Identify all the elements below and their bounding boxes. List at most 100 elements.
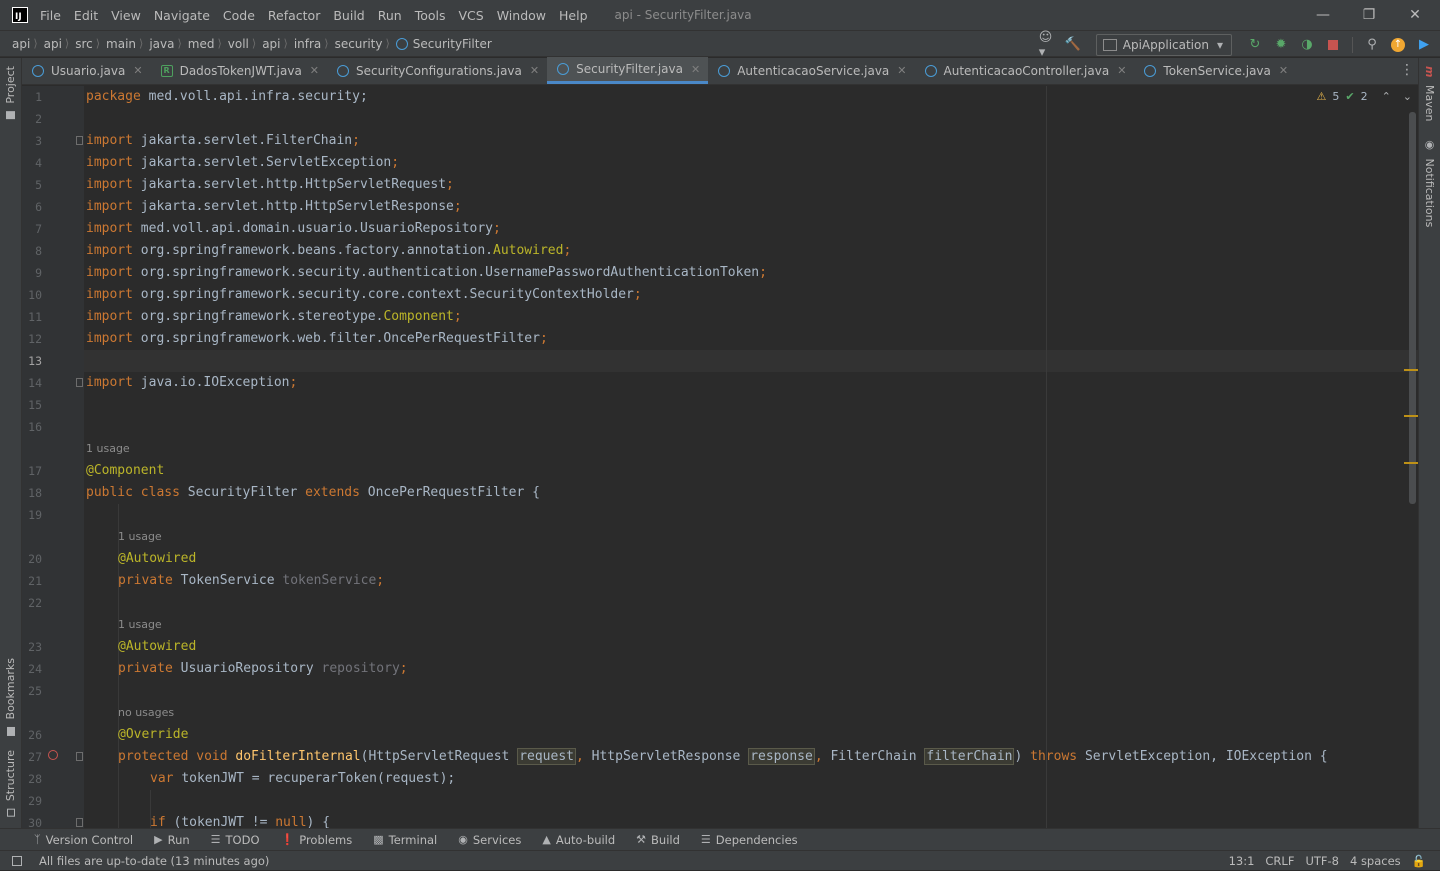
close-icon[interactable]: ✕ bbox=[133, 64, 142, 77]
project-tool-button[interactable]: Project bbox=[4, 66, 17, 120]
usage-hint[interactable]: 1 usage bbox=[118, 530, 162, 543]
warning-icon: ⚠ bbox=[1316, 90, 1327, 103]
warning-marker[interactable] bbox=[1404, 462, 1418, 464]
toggle-tool-windows-icon[interactable] bbox=[12, 856, 22, 866]
menu-edit[interactable]: Edit bbox=[74, 8, 98, 23]
menu-tools[interactable]: Tools bbox=[415, 8, 446, 23]
indent-setting[interactable]: 4 spaces bbox=[1350, 854, 1401, 868]
tab-tokenservice[interactable]: TokenService.java ✕ bbox=[1134, 57, 1296, 84]
breadcrumb-item[interactable]: main ⟩ bbox=[106, 37, 149, 51]
menu-file[interactable]: File bbox=[40, 8, 61, 23]
menu-window[interactable]: Window bbox=[497, 8, 546, 23]
tab-securityfilter[interactable]: SecurityFilter.java ✕ bbox=[547, 57, 709, 84]
more-tabs-icon[interactable]: ⋮ bbox=[1400, 62, 1414, 78]
editor-scrollbar[interactable] bbox=[1404, 86, 1418, 828]
close-icon[interactable]: ✕ bbox=[1279, 64, 1288, 77]
menu-refactor[interactable]: Refactor bbox=[268, 8, 320, 23]
maven-tool-button[interactable]: m Maven bbox=[1423, 66, 1436, 121]
user-icon[interactable]: ☺▾ bbox=[1039, 30, 1055, 60]
breadcrumb-item[interactable]: api ⟩ bbox=[262, 37, 294, 51]
tab-autenticacaoservice[interactable]: AutenticacaoService.java ✕ bbox=[708, 57, 914, 84]
line-number: 20 bbox=[28, 552, 42, 566]
run-configuration-selector[interactable]: ApiApplication ▾ bbox=[1095, 33, 1232, 56]
notifications-tool-button[interactable]: ◉ Notifications bbox=[1423, 138, 1436, 227]
fold-icon[interactable] bbox=[76, 818, 83, 827]
lock-icon[interactable]: 🔓 bbox=[1412, 854, 1426, 868]
fold-icon[interactable] bbox=[76, 378, 83, 387]
usage-hint[interactable]: 1 usage bbox=[86, 442, 130, 455]
breadcrumb-item[interactable]: infra ⟩ bbox=[294, 37, 335, 51]
class-icon bbox=[557, 63, 570, 75]
breadcrumb-item[interactable]: java ⟩ bbox=[149, 37, 187, 51]
inspection-widget[interactable]: ⚠ 5 ✔ 2 ⌃ ⌄ bbox=[1316, 90, 1412, 103]
close-icon[interactable]: ✕ bbox=[897, 64, 906, 77]
update-icon[interactable]: ↑ bbox=[1390, 37, 1406, 53]
code-text: org.springframework.beans.factory.annota… bbox=[140, 243, 572, 258]
line-number: 24 bbox=[28, 662, 42, 676]
breadcrumb-item[interactable]: api ⟩ bbox=[44, 37, 76, 51]
menu-run[interactable]: Run bbox=[378, 8, 402, 23]
caret-position[interactable]: 13:1 bbox=[1229, 854, 1255, 868]
breadcrumb-item[interactable]: SecurityFilter bbox=[395, 37, 492, 51]
line-separator[interactable]: CRLF bbox=[1265, 854, 1294, 868]
bookmarks-tool-button[interactable]: Bookmarks bbox=[4, 658, 17, 736]
code-line: @Autowired bbox=[118, 639, 197, 654]
usage-hint[interactable]: no usages bbox=[118, 706, 174, 719]
services-button[interactable]: ◉ Services bbox=[458, 833, 521, 847]
stop-icon[interactable] bbox=[1325, 37, 1341, 53]
maven-icon: m bbox=[1423, 66, 1436, 78]
rerun-icon[interactable]: ↻ bbox=[1247, 37, 1263, 53]
usage-hint[interactable]: 1 usage bbox=[118, 618, 162, 631]
run-button[interactable]: ▶ Run bbox=[154, 833, 190, 847]
menu-code[interactable]: Code bbox=[223, 8, 255, 23]
tab-label: TokenService.java bbox=[1163, 63, 1271, 78]
fold-icon[interactable] bbox=[76, 752, 83, 761]
debug-icon[interactable]: ✹ bbox=[1273, 37, 1289, 53]
coverage-icon[interactable]: ◑ bbox=[1299, 37, 1315, 53]
breadcrumb-item[interactable]: src ⟩ bbox=[75, 37, 106, 51]
close-icon[interactable]: ✕ bbox=[310, 64, 319, 77]
tab-dadostokenjwt[interactable]: R DadosTokenJWT.java ✕ bbox=[151, 57, 327, 84]
menu-help[interactable]: Help bbox=[559, 8, 588, 23]
breadcrumb-item[interactable]: api ⟩ bbox=[12, 37, 44, 51]
menu-view[interactable]: View bbox=[111, 8, 141, 23]
minimize-icon[interactable]: — bbox=[1300, 0, 1346, 30]
warning-marker[interactable] bbox=[1404, 415, 1418, 417]
todo-button[interactable]: ☰ TODO bbox=[211, 833, 260, 847]
breadcrumb-item[interactable]: security ⟩ bbox=[335, 37, 396, 51]
file-encoding[interactable]: UTF-8 bbox=[1305, 854, 1339, 868]
auto-build-button[interactable]: ▲ Auto-build bbox=[542, 833, 615, 847]
code-text: med.voll.api.infra.security; bbox=[148, 89, 368, 104]
close-icon[interactable]: ✕ bbox=[530, 64, 539, 77]
menu-navigate[interactable]: Navigate bbox=[154, 8, 210, 23]
search-icon[interactable]: ⚲ bbox=[1364, 37, 1380, 53]
close-window-icon[interactable]: ✕ bbox=[1392, 0, 1438, 30]
restore-icon[interactable]: ❐ bbox=[1346, 0, 1392, 30]
menu-build[interactable]: Build bbox=[333, 8, 364, 23]
structure-tool-button[interactable]: Structure bbox=[4, 750, 17, 817]
tab-autenticacaocontroller[interactable]: AutenticacaoController.java ✕ bbox=[915, 57, 1135, 84]
close-icon[interactable]: ✕ bbox=[691, 63, 700, 76]
status-message[interactable]: All files are up-to-date (13 minutes ago… bbox=[39, 854, 269, 868]
breadcrumb-item[interactable]: med ⟩ bbox=[188, 37, 228, 51]
problems-button[interactable]: ❗ Problems bbox=[281, 833, 353, 847]
override-method-icon[interactable] bbox=[48, 750, 58, 760]
structure-icon bbox=[7, 808, 15, 817]
code-line: import org.springframework.security.auth… bbox=[86, 265, 767, 280]
jetbrains-space-icon[interactable]: ▶ bbox=[1416, 37, 1432, 53]
dependencies-button[interactable]: ☰ Dependencies bbox=[701, 833, 798, 847]
tab-securityconfigurations[interactable]: SecurityConfigurations.java ✕ bbox=[327, 57, 547, 84]
close-icon[interactable]: ✕ bbox=[1117, 64, 1126, 77]
version-control-button[interactable]: ᛉ Version Control bbox=[34, 833, 133, 847]
tab-usuario[interactable]: Usuario.java ✕ bbox=[22, 57, 151, 84]
chevron-up-icon[interactable]: ⌃ bbox=[1382, 90, 1391, 103]
warning-marker[interactable] bbox=[1404, 369, 1418, 371]
fold-icon[interactable] bbox=[76, 136, 83, 145]
build-button[interactable]: ⚒ Build bbox=[636, 833, 680, 847]
breadcrumb-item[interactable]: voll ⟩ bbox=[228, 37, 262, 51]
menu-vcs[interactable]: VCS bbox=[459, 8, 484, 23]
scrollbar-thumb[interactable] bbox=[1409, 112, 1416, 504]
terminal-button[interactable]: ▩ Terminal bbox=[373, 833, 437, 847]
code-editor[interactable]: package med.voll.api.infra.security; imp… bbox=[84, 86, 1418, 828]
build-hammer-icon[interactable]: 🔨 bbox=[1065, 37, 1081, 53]
